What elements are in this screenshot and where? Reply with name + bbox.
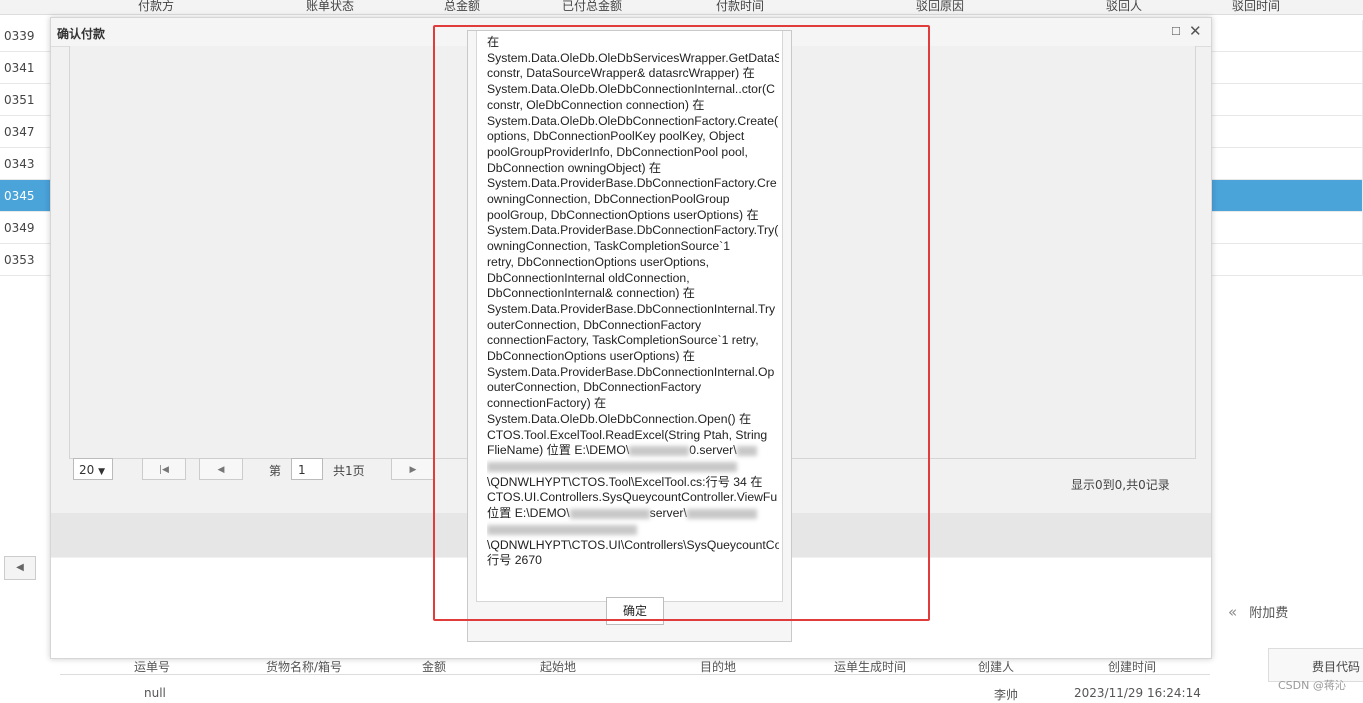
header-destination: 目的地	[700, 660, 737, 674]
prev-page-button[interactable]: ◀	[199, 458, 243, 480]
page-prefix: 第	[269, 464, 282, 478]
created-at-cell: 2023/11/29 16:24:14	[1074, 686, 1201, 700]
page-size-select[interactable]: 20 ▼	[73, 458, 113, 480]
header-reject-reason: 驳回原因	[916, 0, 965, 13]
background-row-ids: 0339 0341 0351 0347 0343 0345 0349 0353	[0, 20, 50, 276]
double-chevron-left-icon: «	[1228, 603, 1238, 621]
background-right-cells	[1210, 20, 1363, 285]
table-row[interactable]: 0341	[0, 52, 50, 84]
waybill-link[interactable]: null	[144, 686, 166, 700]
header-pay-time: 付款时间	[716, 0, 765, 13]
header-created-at: 创建时间	[1108, 660, 1157, 674]
table-row[interactable]: 0349	[0, 212, 50, 244]
record-info: 显示0到0,共0记录	[1071, 478, 1170, 492]
background-table-header: 付款方 账单状态 总金额 已付总金额 付款时间 驳回原因 驳回人 驳回时间	[0, 0, 1363, 15]
table-row[interactable]: 0351	[0, 84, 50, 116]
prev-page-icon: ◀	[217, 465, 225, 475]
scroll-left-button[interactable]: ◀	[4, 556, 36, 580]
triangle-left-icon: ◀	[16, 562, 24, 573]
table-row[interactable]: 0353	[0, 244, 50, 276]
table-row[interactable]: null 李帅 2023/11/29 16:24:14	[60, 682, 1210, 702]
next-page-icon: ▶	[409, 465, 417, 475]
page-total: 共1页	[333, 464, 365, 478]
first-page-icon: |◀	[159, 465, 169, 475]
chevron-down-icon: ▼	[98, 467, 106, 477]
first-page-button[interactable]: |◀	[142, 458, 186, 480]
header-reject-time: 驳回时间	[1232, 0, 1281, 13]
header-bill-status: 账单状态	[306, 0, 355, 13]
attach-fee-toggle[interactable]: « 附加费	[1228, 602, 1288, 621]
highlight-annotation-box	[433, 25, 930, 621]
header-total: 总金额	[444, 0, 481, 13]
header-rejecter: 驳回人	[1106, 0, 1143, 13]
attach-fee-label: 附加费	[1249, 606, 1289, 621]
header-amount: 金额	[422, 660, 447, 674]
header-paid-total: 已付总金额	[562, 0, 623, 13]
creator-cell: 李帅	[994, 688, 1019, 702]
header-payer: 付款方	[138, 0, 175, 13]
maximize-icon[interactable]: ☐	[1171, 25, 1181, 38]
header-goods: 货物名称/箱号	[266, 660, 343, 674]
header-waybill-time: 运单生成时间	[834, 660, 907, 674]
watermark: CSDN @蒋沁	[1278, 679, 1346, 692]
table-row[interactable]: 0339	[0, 20, 50, 52]
header-creator: 创建人	[978, 660, 1015, 674]
dialog-title: 确认付款	[57, 27, 106, 41]
page-number-input[interactable]: 1	[291, 458, 323, 480]
header-origin: 起始地	[540, 660, 577, 674]
close-icon[interactable]: ✕	[1189, 22, 1202, 40]
table-row[interactable]: 0343	[0, 148, 50, 180]
table-row[interactable]: 0347	[0, 116, 50, 148]
header-waybill: 运单号	[134, 660, 171, 674]
table-row-selected[interactable]: 0345	[0, 180, 50, 212]
next-page-button[interactable]: ▶	[391, 458, 435, 480]
